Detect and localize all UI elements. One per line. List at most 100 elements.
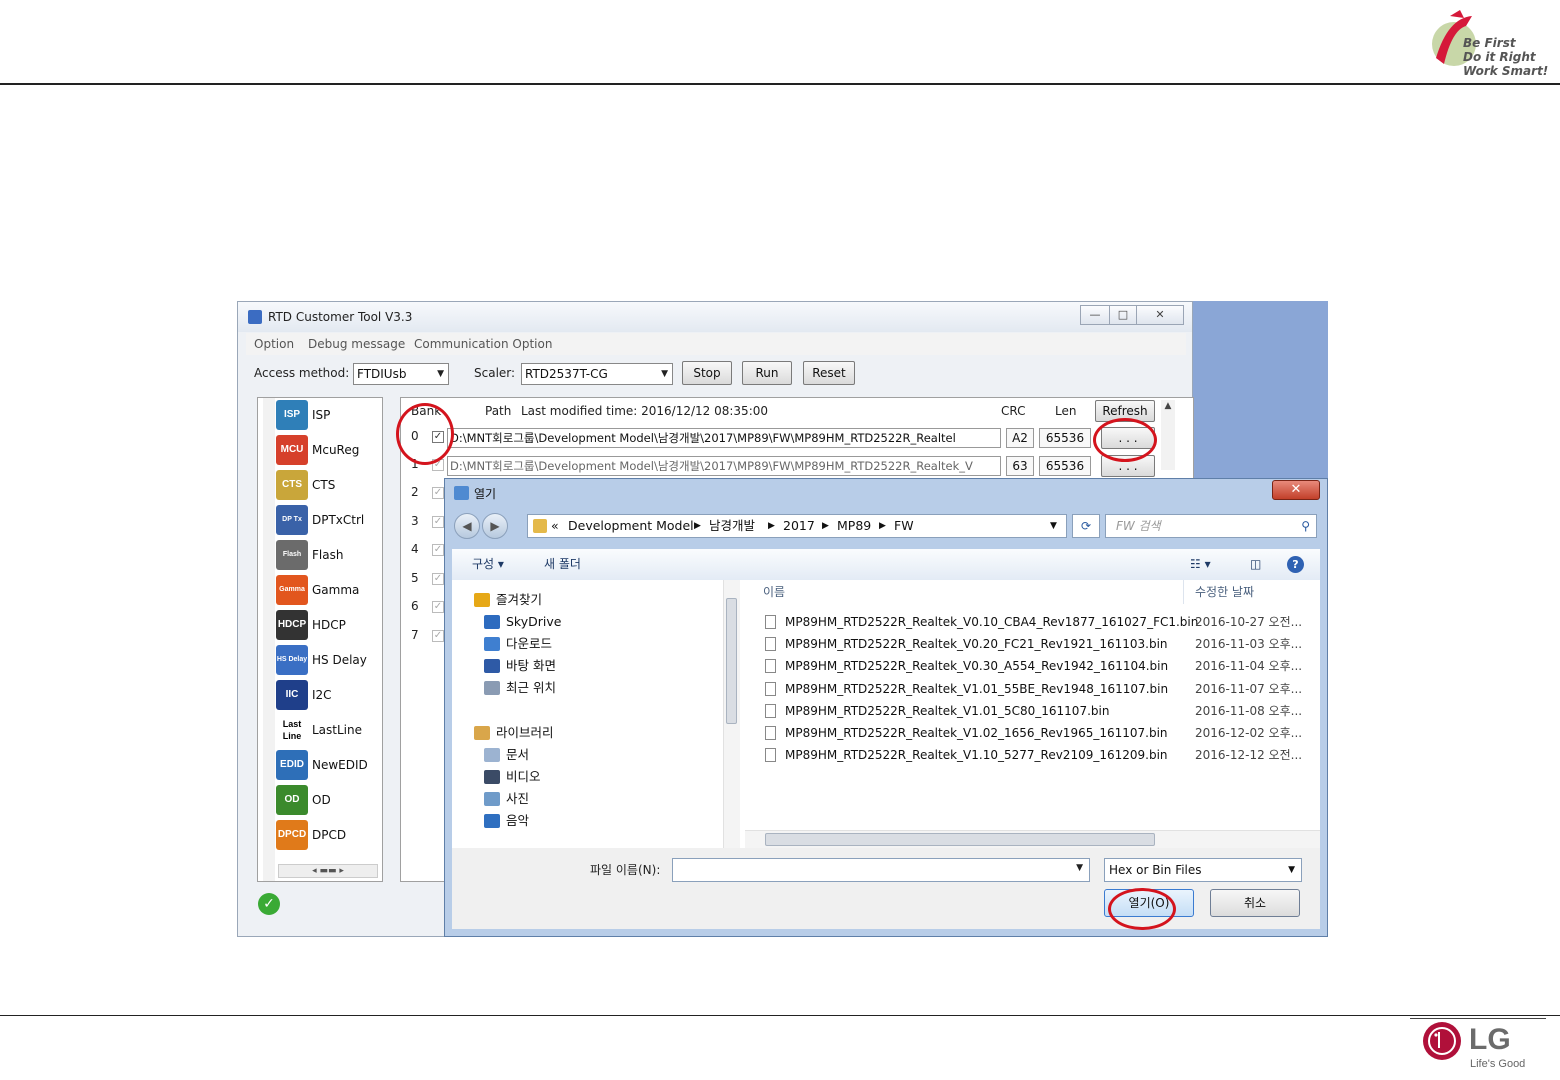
bank-checkbox[interactable]: ✓ bbox=[432, 572, 444, 585]
stop-button[interactable]: Stop bbox=[682, 361, 732, 385]
status-ok-icon: ✓ bbox=[258, 893, 280, 915]
file-row[interactable]: MP89HM_RTD2522R_Realtek_V1.01_5C80_16110… bbox=[765, 701, 1325, 721]
sidebar-item[interactable]: Last Line LastLine bbox=[276, 715, 380, 745]
file-icon bbox=[765, 615, 776, 629]
desktop-background bbox=[1193, 301, 1328, 481]
menu-communication-option[interactable]: Communication Option bbox=[414, 337, 552, 351]
file-icon bbox=[765, 703, 776, 718]
nav-item-label: 사진 bbox=[506, 791, 530, 806]
address-bar[interactable]: « Development Model ▶ 남경개발 ▶ 2017 ▶ MP89… bbox=[527, 514, 1067, 538]
bank-checkbox[interactable]: ✓ bbox=[432, 515, 444, 528]
file-row[interactable]: MP89HM_RTD2522R_Realtek_V0.20_FC21_Rev19… bbox=[765, 634, 1325, 654]
file-list: 이름 수정한 날짜 MP89HM_RTD2522R_Realtek_V0.10_… bbox=[745, 580, 1320, 848]
minimize-button[interactable]: — bbox=[1080, 305, 1110, 325]
dialog-close-button[interactable]: ✕ bbox=[1272, 480, 1320, 500]
bank-checkbox[interactable]: ✓ bbox=[432, 629, 444, 642]
highlight-circle-browse bbox=[1093, 418, 1157, 462]
breadcrumb-item[interactable]: Development Model bbox=[568, 515, 694, 537]
organize-menu[interactable]: 구성 ▾ bbox=[472, 557, 504, 571]
path-value: D:\MNT회로그룹\Development Model\남경개발\2017\M… bbox=[450, 431, 956, 445]
nav-item-icon bbox=[484, 792, 500, 806]
access-method-value: FTDIUsb bbox=[357, 367, 407, 381]
cancel-button[interactable]: 취소 bbox=[1210, 889, 1300, 917]
reset-button[interactable]: Reset bbox=[803, 361, 855, 385]
file-name: MP89HM_RTD2522R_Realtek_V1.10_5277_Rev21… bbox=[785, 748, 1168, 763]
column-header-name[interactable]: 이름 bbox=[763, 584, 785, 600]
refresh-icon[interactable]: ⟳ bbox=[1072, 514, 1100, 538]
file-row[interactable]: MP89HM_RTD2522R_Realtek_V0.30_A554_Rev19… bbox=[765, 656, 1325, 676]
dialog-title: 열기 bbox=[474, 487, 497, 501]
bank-checkbox[interactable]: ✓ bbox=[432, 487, 444, 499]
breadcrumb-item[interactable]: 2017 bbox=[783, 515, 815, 537]
breadcrumb-item[interactable]: MP89 bbox=[837, 515, 871, 537]
sidebar-item[interactable]: MCU McuReg bbox=[276, 435, 380, 465]
sidebar-item[interactable]: HDCP HDCP bbox=[276, 610, 380, 640]
nav-scrollbar[interactable] bbox=[723, 580, 740, 848]
sidebar-item[interactable]: OD OD bbox=[276, 785, 380, 815]
file-type-value: Hex or Bin Files bbox=[1109, 863, 1202, 877]
hdcp-icon: HDCP bbox=[276, 610, 308, 640]
sidebar-item[interactable]: Flash Flash bbox=[276, 540, 380, 570]
preview-pane-icon[interactable]: ◫ bbox=[1250, 557, 1261, 571]
sidebar-hscroll[interactable]: ◂ ▬▬ ▸ bbox=[278, 864, 378, 878]
chevron-down-icon[interactable]: ▼ bbox=[1050, 515, 1057, 537]
maximize-button[interactable]: □ bbox=[1109, 305, 1137, 325]
sidebar-item-label: NewEDID bbox=[312, 758, 368, 772]
access-method-select[interactable]: FTDIUsb ▼ bbox=[353, 363, 449, 385]
path-select[interactable]: D:\MNT회로그룹\Development Model\남경개발\2017\M… bbox=[447, 456, 1001, 476]
file-row[interactable]: MP89HM_RTD2522R_Realtek_V1.10_5277_Rev21… bbox=[765, 745, 1325, 765]
top-rule bbox=[0, 83, 1560, 85]
nav-item-label: 라이브러리 bbox=[496, 725, 554, 740]
file-type-select[interactable]: Hex or Bin Files ▼ bbox=[1104, 858, 1302, 882]
sidebar-item[interactable]: HS Delay HS Delay bbox=[276, 645, 380, 675]
file-row[interactable]: MP89HM_RTD2522R_Realtek_V1.01_55BE_Rev19… bbox=[765, 679, 1325, 699]
sidebar-item[interactable]: IIC I2C bbox=[276, 680, 380, 710]
breadcrumb-item[interactable]: FW bbox=[894, 515, 914, 537]
slogan-text: Be First Do it Right Work Smart! bbox=[1463, 36, 1549, 78]
file-name: MP89HM_RTD2522R_Realtek_V0.30_A554_Rev19… bbox=[785, 659, 1169, 674]
bank-scrollbar[interactable]: ▲ bbox=[1161, 400, 1175, 470]
close-button[interactable]: ✕ bbox=[1136, 305, 1184, 325]
sidebar-item[interactable]: ISP ISP bbox=[276, 400, 380, 430]
lg-brand: LG bbox=[1469, 1023, 1511, 1056]
sidebar-item[interactable]: DP Tx DPTxCtrl bbox=[276, 505, 380, 535]
new-folder-button[interactable]: 새 폴더 bbox=[544, 557, 581, 571]
sidebar-item[interactable]: Gamma Gamma bbox=[276, 575, 380, 605]
mcu-icon: MCU bbox=[276, 435, 308, 465]
column-header-modified[interactable]: 수정한 날짜 bbox=[1195, 584, 1254, 600]
dialog-content: 즐겨찾기 SkyDrive 다운로드 바탕 화면 최근 위치 라이브러리 문서 비디오 사진 음악… bbox=[452, 580, 1320, 849]
scroll-thumb[interactable] bbox=[765, 833, 1155, 846]
sidebar-item-label: LastLine bbox=[312, 723, 363, 737]
dialog-toolbar: 구성 ▾ 새 폴더 ☷ ▾ ◫ ? bbox=[452, 549, 1320, 581]
bank-number: 3 bbox=[411, 513, 419, 528]
horizontal-scrollbar[interactable] bbox=[745, 830, 1320, 849]
sidebar-item[interactable]: DPCD DPCD bbox=[276, 820, 380, 850]
menu-debug-message[interactable]: Debug message bbox=[308, 337, 405, 351]
search-input[interactable]: FW 검색 ⚲ bbox=[1105, 514, 1317, 538]
scaler-value: RTD2537T-CG bbox=[525, 367, 608, 381]
menu-option[interactable]: Option bbox=[254, 337, 294, 351]
bank-checkbox[interactable]: ✓ bbox=[432, 544, 444, 556]
file-icon bbox=[765, 726, 776, 740]
file-date: 2016-11-03 오후... bbox=[1195, 637, 1303, 652]
filename-input[interactable]: ▼ bbox=[672, 858, 1090, 882]
breadcrumb-item[interactable]: 남경개발 bbox=[709, 515, 755, 537]
file-row[interactable]: MP89HM_RTD2522R_Realtek_V1.02_1656_Rev19… bbox=[765, 723, 1325, 743]
bank-checkbox[interactable]: ✓ bbox=[432, 601, 444, 613]
path-select[interactable]: D:\MNT회로그룹\Development Model\남경개발\2017\M… bbox=[447, 428, 1001, 448]
sidebar-scrollbar[interactable] bbox=[263, 398, 275, 881]
filename-label: 파일 이름(N): bbox=[590, 863, 661, 877]
forward-icon[interactable]: ▶ bbox=[482, 513, 508, 539]
run-button[interactable]: Run bbox=[742, 361, 792, 385]
file-row[interactable]: MP89HM_RTD2522R_Realtek_V0.10_CBA4_Rev18… bbox=[765, 612, 1325, 632]
lg-logo-icon bbox=[1423, 1022, 1461, 1060]
sidebar-item[interactable]: EDID NewEDID bbox=[276, 750, 380, 780]
file-date: 2016-11-08 오후... bbox=[1195, 703, 1303, 718]
scaler-select[interactable]: RTD2537T-CG ▼ bbox=[521, 363, 673, 385]
help-icon[interactable]: ? bbox=[1287, 556, 1304, 573]
view-options-icon[interactable]: ☷ ▾ bbox=[1190, 557, 1211, 571]
nav-item-label: 즐겨찾기 bbox=[496, 592, 543, 607]
scroll-thumb[interactable] bbox=[726, 598, 737, 724]
back-icon[interactable]: ◀ bbox=[454, 513, 480, 539]
sidebar-item[interactable]: CTS CTS bbox=[276, 470, 380, 500]
